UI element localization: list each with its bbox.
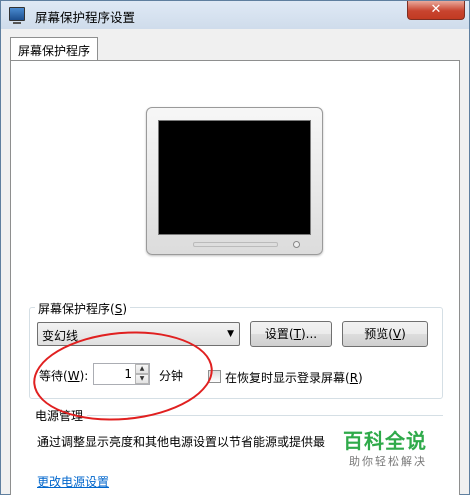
- monitor-slot: [193, 242, 278, 247]
- window-title: 屏幕保护程序设置: [35, 10, 136, 25]
- preview-button-label: 预览(V): [364, 327, 406, 341]
- settings-button-label: 设置(T)...: [264, 327, 318, 341]
- settings-button[interactable]: 设置(T)...: [250, 321, 332, 347]
- power-description: 通过调整显示亮度和其他电源设置以节省能源或提供最: [37, 435, 326, 449]
- watermark-brand: 百科全说: [343, 429, 427, 453]
- change-power-settings-link[interactable]: 更改电源设置: [37, 473, 109, 490]
- monitor-power-icon: [293, 241, 300, 248]
- tab-screensaver[interactable]: 屏幕保护程序: [10, 37, 98, 61]
- preview-screen: [158, 120, 311, 235]
- screensaver-group-label: 屏幕保护程序(S): [35, 300, 130, 317]
- display-settings-icon: [9, 7, 25, 24]
- title-bar[interactable]: 屏幕保护程序设置 ✕: [1, 1, 469, 29]
- screensaver-group-label-text: 屏幕保护程序(S): [38, 302, 127, 316]
- screensaver-settings-window: 屏幕保护程序设置 ✕ 屏幕保护程序 屏幕保护程序(S) 变幻线 ▼ 设置(T).…: [0, 0, 470, 495]
- monitor-preview: [146, 107, 323, 255]
- watermark-slogan: 助你轻松解决: [349, 455, 427, 468]
- resume-logon-label[interactable]: 在恢复时显示登录屏幕(R): [225, 369, 363, 386]
- chevron-down-icon: ▼: [227, 329, 234, 339]
- close-button[interactable]: ✕: [407, 1, 465, 20]
- preview-button[interactable]: 预览(V): [342, 321, 428, 347]
